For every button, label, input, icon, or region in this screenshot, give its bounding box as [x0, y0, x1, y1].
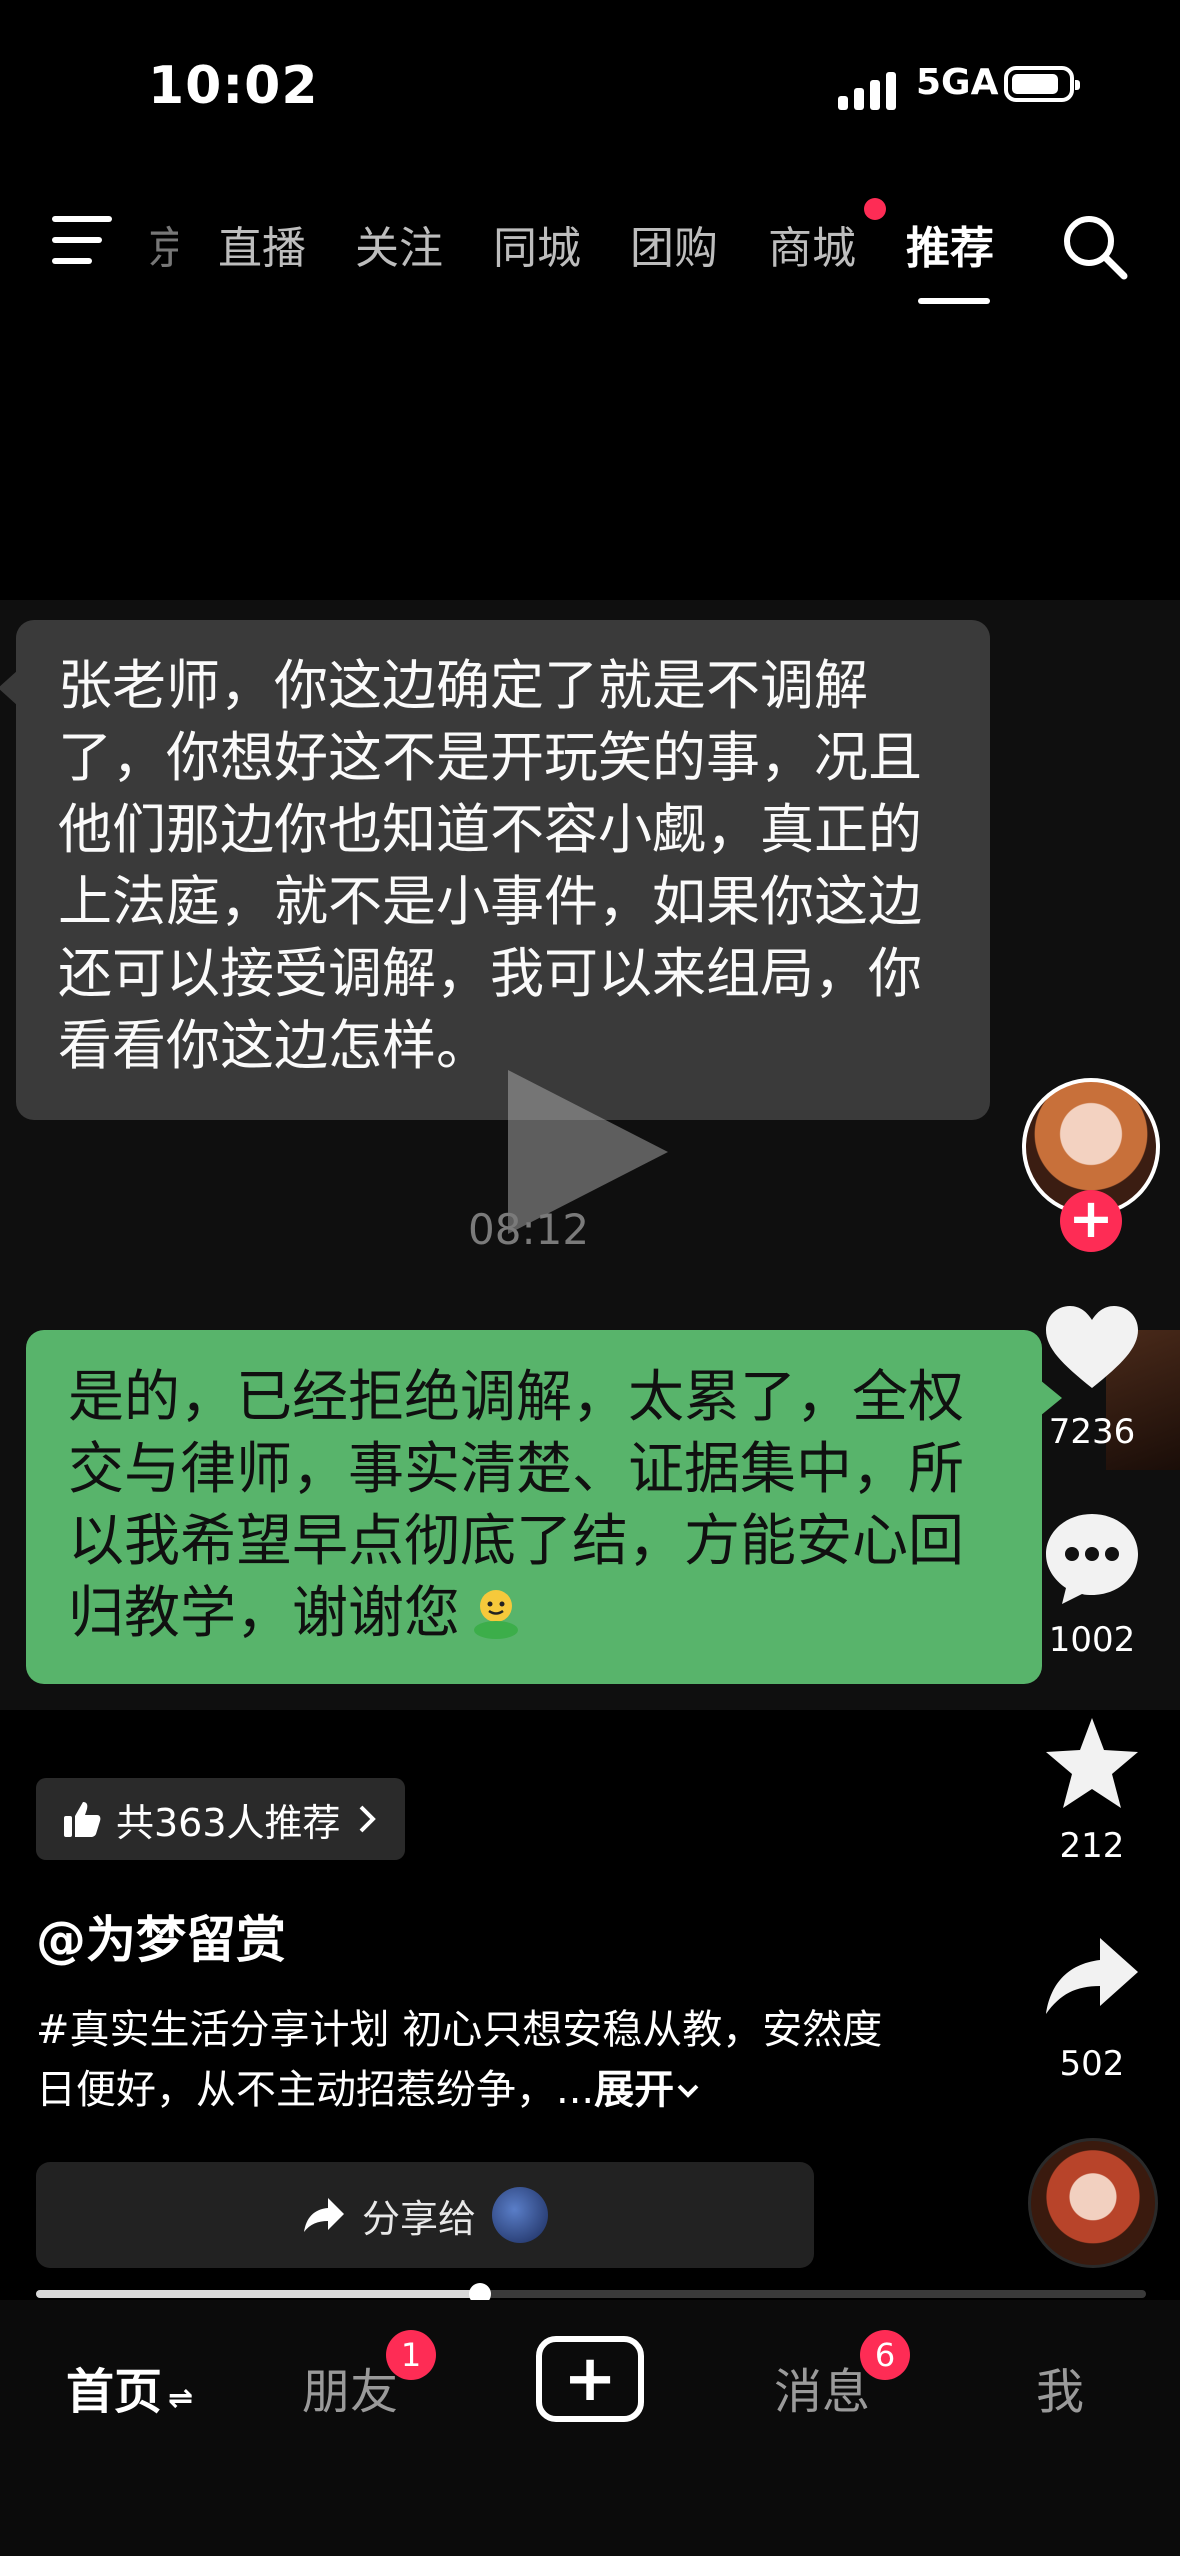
active-tab-indicator — [918, 298, 990, 304]
tab-partial[interactable]: 京 — [148, 212, 178, 276]
tab-live[interactable]: 直播 — [218, 212, 306, 276]
status-time: 10:02 — [148, 56, 319, 116]
thumbs-up-icon — [64, 1802, 101, 1837]
menu-icon[interactable] — [52, 212, 116, 268]
tab-friends[interactable]: 朋友 — [302, 2352, 398, 2422]
signal-icon — [838, 70, 898, 110]
tab-home-label: 首页 — [66, 2364, 163, 2420]
refresh-swap-icon: ⇌ — [168, 2381, 194, 2416]
music-disc[interactable] — [1028, 2138, 1158, 2268]
expand-label: 展开 — [594, 2067, 675, 2113]
chevron-down-icon — [677, 2084, 699, 2098]
progress-fill — [36, 2290, 480, 2298]
tab-messages[interactable]: 消息 — [774, 2352, 870, 2422]
share-to-label: 分享给 — [361, 2196, 476, 2241]
incoming-message-text: 张老师，你这边确定了就是不调解了，你想好这不是开玩笑的事，况且他们那边你也知道不… — [58, 654, 922, 1077]
friends-badge: 1 — [386, 2330, 436, 2380]
tab-group-buy[interactable]: 团购 — [630, 212, 718, 276]
outgoing-message-bubble: 是的，已经拒绝调解，太累了，全权交与律师，事实清楚、证据集中，所以我希望早点彻底… — [26, 1330, 1062, 1684]
share-count: 502 — [1059, 2044, 1125, 2084]
messages-badge: 6 — [860, 2330, 910, 2380]
share-friend-avatar — [492, 2187, 548, 2243]
bubble-tail — [0, 670, 18, 706]
follow-button[interactable]: + — [1060, 1190, 1122, 1252]
favorite-icon[interactable] — [1042, 1714, 1142, 1814]
share-icon[interactable] — [1042, 1928, 1142, 2028]
share-to-bar[interactable]: 分享给 — [36, 2162, 814, 2268]
like-icon[interactable] — [1042, 1300, 1142, 1400]
mall-notification-dot — [864, 198, 886, 220]
share-arrow-icon — [303, 2198, 344, 2232]
battery-icon — [1004, 66, 1080, 102]
tab-mall[interactable]: 商城 — [768, 212, 856, 276]
tab-me[interactable]: 我 — [1036, 2352, 1084, 2422]
video-progress-bar[interactable] — [36, 2283, 1146, 2305]
tab-following[interactable]: 关注 — [355, 212, 443, 276]
video-timestamp: 08:12 — [468, 1205, 590, 1254]
caption-text: #真实生活分享计划 初心只想安稳从教，安然度日便好，从不主动招惹纷争，... — [36, 2007, 883, 2113]
recommend-text: 共363人推荐 — [116, 1800, 341, 1845]
comment-icon[interactable] — [1042, 1508, 1142, 1608]
search-icon[interactable] — [1060, 212, 1130, 282]
hug-emoji-icon — [474, 1590, 518, 1639]
author-handle[interactable]: @为梦留赏 — [36, 1900, 286, 1972]
incoming-message-bubble: 张老师，你这边确定了就是不调解了，你想好这不是开玩笑的事，况且他们那边你也知道不… — [0, 620, 990, 1120]
tab-recommended[interactable]: 推荐 — [906, 212, 994, 276]
recommend-pill[interactable]: 共363人推荐 — [36, 1778, 405, 1860]
expand-link[interactable]: 展开 — [594, 2067, 702, 2113]
tab-nearby[interactable]: 同城 — [493, 212, 581, 276]
tab-home[interactable]: 首页 ⇌ — [66, 2352, 193, 2422]
post-caption: #真实生活分享计划 初心只想安稳从教，安然度日便好，从不主动招惹纷争，...展开 — [36, 2000, 896, 2120]
chevron-right-icon — [359, 1805, 376, 1833]
network-label: 5GA — [916, 62, 999, 103]
favorite-count: 212 — [1059, 1826, 1125, 1866]
create-button[interactable]: + — [536, 2336, 644, 2422]
like-count: 7236 — [1048, 1412, 1136, 1452]
comment-count: 1002 — [1048, 1620, 1136, 1660]
